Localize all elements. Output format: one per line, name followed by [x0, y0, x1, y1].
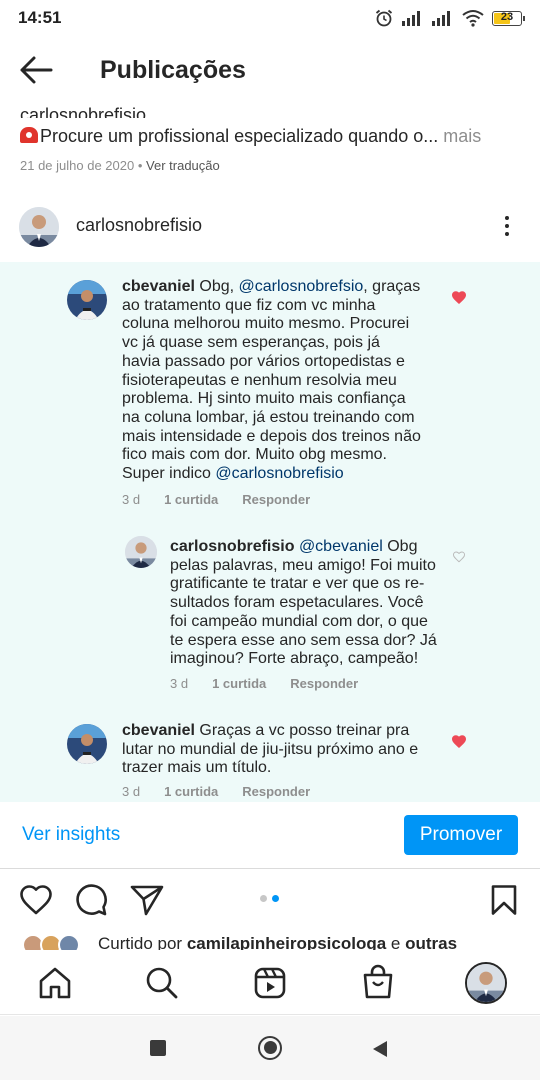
reply-mention[interactable]: @cbevaniel — [299, 538, 383, 555]
comment-likes[interactable]: 1 curtida — [164, 784, 218, 799]
comments-area: cbevaniel Obg, @carlosnobrefsio, graças … — [0, 262, 540, 802]
siren-icon — [20, 127, 38, 143]
liked-by-connector: e — [390, 934, 401, 950]
carousel-indicator — [260, 895, 279, 902]
reply-author-avatar[interactable] — [125, 536, 157, 568]
reply-body: carlosnobrefisio @cbevaniel Obg pelas pa… — [170, 538, 442, 669]
wifi-icon — [462, 10, 484, 27]
carousel-dot — [260, 895, 267, 902]
liker-avatar — [58, 934, 80, 950]
reply-meta: 3 d 1 curtida Responder — [170, 676, 358, 691]
alarm-icon — [375, 9, 393, 27]
date-separator: • — [137, 158, 143, 173]
profile-avatar[interactable] — [465, 962, 507, 1004]
recents-icon[interactable] — [150, 1040, 166, 1056]
home-system-icon[interactable] — [258, 1036, 282, 1060]
liked-by-prefix: Curtido por — [98, 934, 183, 950]
commenter-avatar[interactable] — [67, 724, 107, 764]
system-nav-bar — [0, 1016, 540, 1080]
battery-icon: 23 — [492, 10, 525, 26]
liked-by-user[interactable]: camilapinheiropsicologa — [187, 934, 386, 950]
liked-by-others[interactable]: outras — [405, 934, 457, 950]
reply-text: Obg pelas palavras, meu amigo! Foi muito… — [170, 538, 437, 668]
more-link[interactable]: mais — [443, 126, 481, 146]
comment-time: 3 d — [122, 784, 141, 799]
heart-outline-icon[interactable] — [452, 550, 466, 563]
search-icon[interactable] — [145, 966, 179, 1000]
reply-username[interactable]: carlosnobrefisio — [170, 538, 294, 555]
reels-icon[interactable] — [253, 966, 287, 1000]
commenter-avatar[interactable] — [67, 280, 107, 320]
heart-filled-icon[interactable] — [451, 734, 467, 748]
status-icons: 23 — [374, 8, 525, 28]
reply-likes[interactable]: 1 curtida — [212, 676, 266, 691]
back-button[interactable] — [18, 54, 58, 88]
view-insights-link[interactable]: Ver insights — [22, 824, 120, 846]
caption-body: Procure um profissional especializado qu… — [40, 126, 439, 146]
status-bar: 14:51 23 — [0, 0, 540, 36]
promote-button[interactable]: Promover — [404, 815, 518, 855]
signal-icon — [402, 11, 420, 26]
page-title: Publicações — [100, 56, 246, 84]
caption-username[interactable]: carlosnobrefisio — [20, 98, 146, 118]
comment-body: cbevaniel Graças a vc posso treinar pra … — [122, 722, 440, 778]
heart-icon[interactable] — [19, 884, 53, 916]
battery-level: 23 — [500, 10, 514, 23]
translate-link[interactable]: Ver tradução — [146, 158, 220, 173]
reply-button[interactable]: Responder — [242, 492, 310, 507]
divider — [0, 868, 540, 869]
heart-filled-icon[interactable] — [451, 290, 467, 304]
home-icon[interactable] — [38, 966, 72, 1000]
post-date-row: 21 de julho de 2020 • Ver tradução — [20, 158, 220, 173]
comment-body: cbevaniel Obg, @carlosnobrefsio, graças … — [122, 278, 422, 484]
send-icon[interactable] — [130, 884, 164, 916]
comment-username[interactable]: cbevaniel — [122, 278, 195, 295]
comment-text: Obg, — [199, 278, 235, 295]
comment-username[interactable]: cbevaniel — [122, 722, 195, 739]
post-date: 21 de julho de 2020 — [20, 158, 135, 173]
comment-icon[interactable] — [74, 884, 108, 916]
liked-by-text: Curtido por camilapinheiropsicologa e ou… — [98, 934, 457, 950]
reply-button[interactable]: Responder — [290, 676, 358, 691]
bookmark-icon[interactable] — [490, 884, 518, 916]
reply-time: 3 d — [170, 676, 189, 691]
carousel-dot-active — [272, 895, 279, 902]
comment-mention[interactable]: @carlosnobrefsio — [239, 278, 364, 295]
post-author-avatar[interactable] — [19, 207, 59, 247]
caption-text: Procure um profissional especializado qu… — [20, 126, 481, 147]
comment-mention[interactable]: @carlosnobrefisio — [215, 465, 343, 482]
shop-icon[interactable] — [361, 964, 395, 1000]
post-author-username[interactable]: carlosnobrefisio — [76, 215, 202, 236]
back-system-icon[interactable] — [372, 1040, 388, 1058]
signal-icon-2 — [432, 11, 450, 26]
status-time: 14:51 — [18, 8, 62, 27]
arrow-left-icon — [20, 56, 53, 84]
comment-meta: 3 d 1 curtida Responder — [122, 784, 310, 799]
nav-separator — [0, 1014, 540, 1015]
comment-time: 3 d — [122, 492, 141, 507]
bottom-nav — [0, 950, 540, 1016]
comment-meta: 3 d 1 curtida Responder — [122, 492, 310, 507]
comment-text: , graças ao tratamento que fiz com vc mi… — [122, 278, 421, 483]
liked-by-row[interactable]: Curtido por camilapinheiropsicologa e ou… — [22, 934, 540, 950]
more-vertical-icon[interactable] — [498, 214, 516, 240]
reply-button[interactable]: Responder — [242, 784, 310, 799]
comment-likes[interactable]: 1 curtida — [164, 492, 218, 507]
